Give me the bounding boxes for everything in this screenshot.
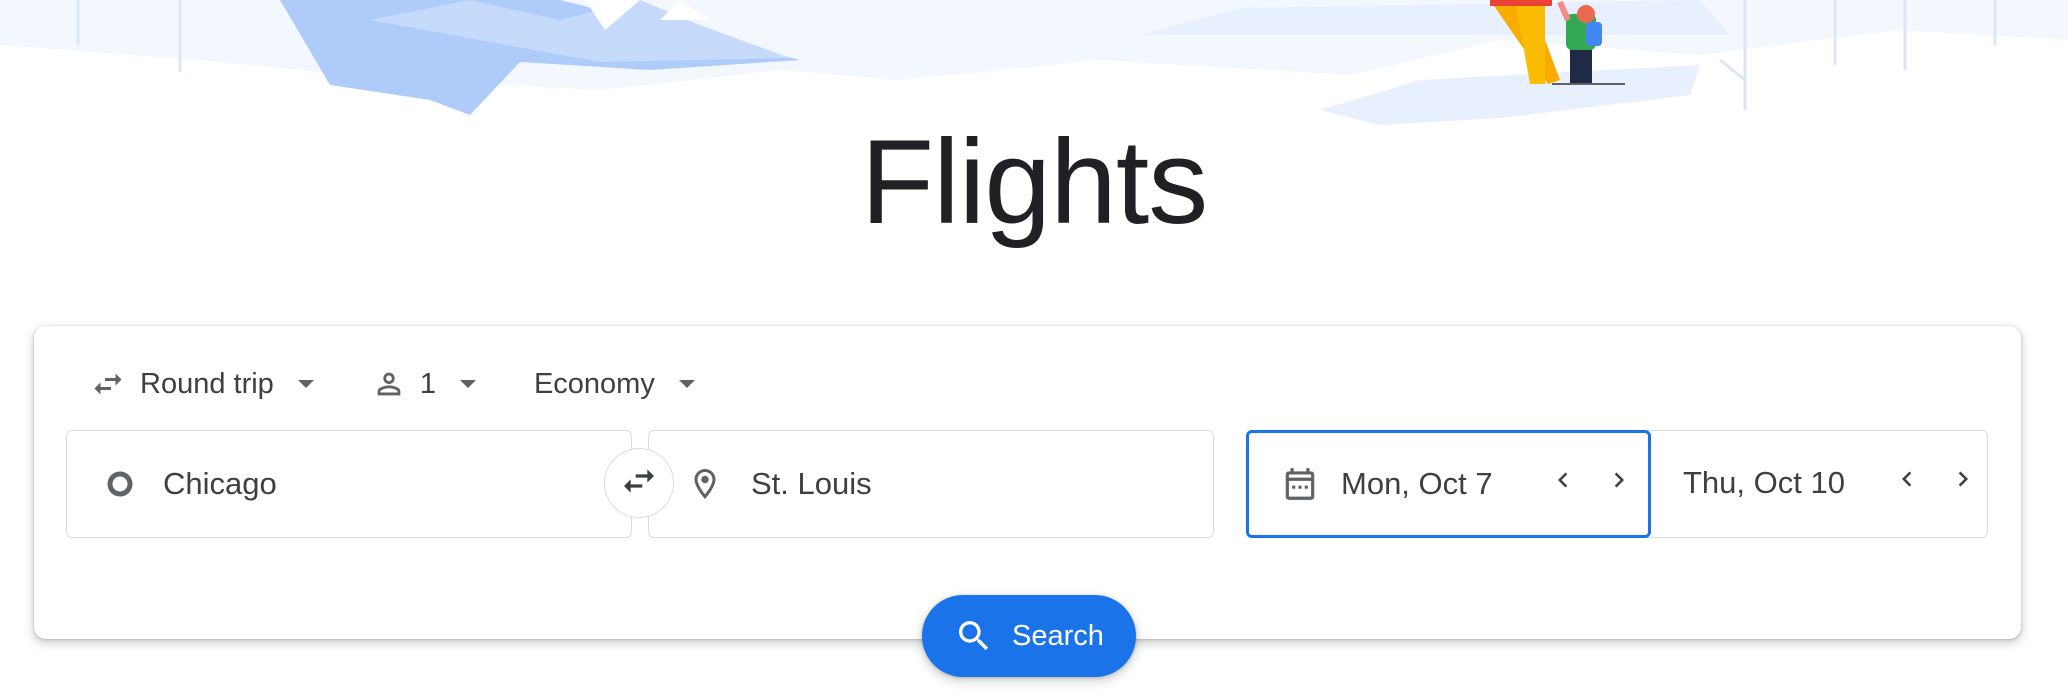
return-next-day-button[interactable] bbox=[1939, 459, 1987, 507]
chevron-left-icon bbox=[1892, 464, 1922, 502]
search-button-label: Search bbox=[1012, 619, 1104, 652]
passengers-dropdown[interactable]: 1 bbox=[366, 356, 484, 412]
destination-field[interactable] bbox=[648, 430, 1214, 538]
caret-down-icon bbox=[677, 374, 697, 394]
search-options-bar: Round trip 1 Economy bbox=[84, 356, 703, 412]
swap-origin-destination-button[interactable] bbox=[604, 448, 674, 518]
departure-date-field[interactable]: Mon, Oct 7 bbox=[1246, 430, 1651, 538]
person-icon bbox=[372, 367, 406, 401]
calendar-icon bbox=[1281, 464, 1319, 504]
trip-type-dropdown[interactable]: Round trip bbox=[84, 356, 322, 412]
departure-date-value: Mon, Oct 7 bbox=[1341, 466, 1493, 501]
page-title: Flights bbox=[860, 115, 1208, 249]
origin-field[interactable] bbox=[66, 430, 632, 538]
location-pin-icon bbox=[687, 464, 723, 504]
search-button[interactable]: Search bbox=[922, 595, 1136, 677]
date-range-field: Mon, Oct 7 Thu, Oct 10 bbox=[1246, 430, 1988, 538]
cabin-class-dropdown[interactable]: Economy bbox=[528, 356, 703, 412]
circle-icon bbox=[105, 469, 135, 499]
cabin-class-label: Economy bbox=[533, 367, 655, 400]
trip-type-label: Round trip bbox=[140, 367, 274, 400]
swap-arrows-icon bbox=[619, 461, 659, 506]
swap-horizontal-icon bbox=[90, 366, 126, 402]
return-date-value: Thu, Oct 10 bbox=[1683, 465, 1845, 500]
caret-down-icon bbox=[296, 374, 316, 394]
departure-previous-day-button[interactable] bbox=[1539, 460, 1587, 508]
origin-input[interactable] bbox=[163, 466, 543, 502]
passengers-count: 1 bbox=[419, 367, 436, 400]
flight-search-form: Round trip 1 Economy Chicago St. Louis M… bbox=[34, 326, 2021, 639]
search-icon bbox=[954, 616, 994, 656]
caret-down-icon bbox=[458, 374, 478, 394]
return-date-field[interactable]: Thu, Oct 10 bbox=[1651, 431, 1987, 535]
chevron-left-icon bbox=[1548, 465, 1578, 503]
return-previous-day-button[interactable] bbox=[1883, 459, 1931, 507]
destination-input[interactable] bbox=[751, 466, 1131, 502]
departure-next-day-button[interactable] bbox=[1595, 460, 1643, 508]
chevron-right-icon bbox=[1604, 465, 1634, 503]
chevron-right-icon bbox=[1948, 464, 1978, 502]
